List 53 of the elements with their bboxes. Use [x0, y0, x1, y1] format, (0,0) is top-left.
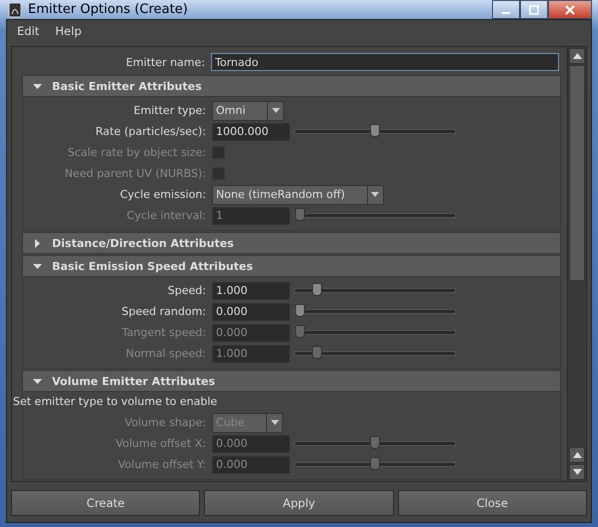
maximize-button[interactable] [520, 0, 548, 19]
number-field[interactable]: 1.000 [212, 282, 290, 300]
emitter-name-field[interactable]: Tornado [211, 53, 559, 71]
number-field[interactable]: 1000.000 [212, 122, 290, 140]
dropdown[interactable]: None (timeRandom off) [212, 184, 384, 204]
scrollbar-thumb[interactable] [569, 65, 585, 281]
field-label: Volume shape: [124, 416, 207, 429]
field-label: Scale rate by object size: [66, 146, 207, 159]
slider-thumb[interactable] [295, 304, 305, 317]
field-label: Cycle emission: [118, 188, 207, 201]
caret-icon [272, 108, 280, 113]
section-header[interactable]: Basic Emission Speed Attributes [22, 255, 561, 277]
collapsed-triangle-icon [33, 238, 42, 248]
field-label: Speed random: [120, 305, 207, 318]
minimize-button[interactable] [492, 0, 520, 19]
section-header[interactable]: Distance/Direction Attributes [22, 232, 561, 254]
maximize-icon [529, 4, 539, 14]
dialog-button[interactable]: Create [11, 490, 200, 516]
field-label: Volume offset X: [114, 437, 207, 450]
menu-item[interactable]: Edit [17, 24, 40, 38]
field-label: Emitter type: [132, 104, 207, 117]
scrollbar[interactable] [567, 47, 586, 481]
caret-icon [270, 420, 279, 425]
scroll-up-icon [572, 452, 582, 458]
slider-thumb[interactable] [370, 124, 380, 137]
close-button[interactable] [548, 0, 592, 19]
expanded-triangle-icon [33, 376, 42, 386]
hint-text: Set emitter type to volume to enable [13, 395, 218, 410]
dropdown[interactable]: Omni [212, 100, 284, 120]
slider-thumb[interactable] [312, 283, 322, 296]
dialog-button[interactable]: Apply [204, 490, 394, 516]
field-label: Volume offset Y: [117, 458, 207, 471]
field-label: Tangent speed: [120, 326, 207, 339]
section-header[interactable]: Basic Emitter Attributes [22, 75, 561, 97]
scroll-down-icon [572, 469, 582, 475]
close-icon [565, 4, 575, 14]
field-label: Normal speed: [124, 347, 207, 360]
minimize-icon [502, 12, 510, 14]
field-label: Emitter name: [124, 56, 206, 68]
field-label: Rate (particles/sec): [94, 125, 207, 138]
caret-icon [371, 192, 380, 197]
section-header[interactable]: Volume Emitter Attributes [22, 370, 561, 392]
menu-item[interactable]: Help [55, 24, 82, 38]
scroll-up-icon [572, 53, 582, 59]
app-icon [8, 2, 22, 18]
field-label: Need parent UV (NURBS): [64, 167, 207, 180]
dialog-button[interactable]: Close [398, 490, 587, 516]
expanded-triangle-icon [33, 82, 42, 90]
expanded-triangle-icon [33, 262, 42, 270]
number-field[interactable]: 0.000 [212, 302, 290, 320]
window-title: Emitter Options (Create) [28, 2, 189, 17]
field-label: Speed: [166, 284, 207, 297]
field-label: Cycle interval: [126, 209, 207, 222]
